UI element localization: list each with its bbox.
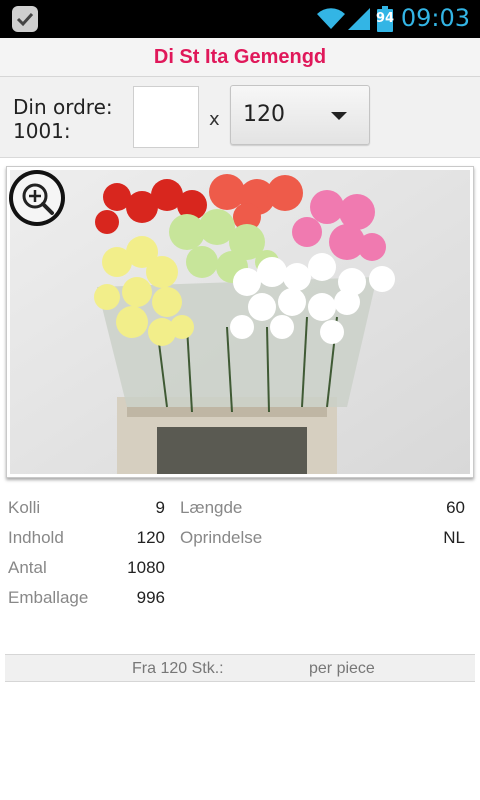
zoom-in-icon[interactable] <box>7 168 67 228</box>
spec-label: Emballage <box>8 588 89 607</box>
spec-value: 120 <box>136 528 165 547</box>
order-row: Din ordre: 1001: x 120 <box>0 77 480 158</box>
pack-size-select[interactable]: 120 <box>230 85 370 145</box>
spec-value: 60 <box>446 498 465 517</box>
signal-icon <box>348 8 370 30</box>
price-from-label: Fra 120 Stk.: <box>132 660 224 677</box>
chevron-down-icon <box>331 112 347 120</box>
app-check-icon <box>12 6 38 32</box>
quantity-input[interactable] <box>133 86 199 148</box>
price-bar: Fra 120 Stk.: per piece <box>5 654 475 682</box>
battery-level: 94 <box>375 11 395 26</box>
spec-label: Kolli <box>8 498 41 517</box>
spec-value: 1080 <box>127 558 165 577</box>
title-bar: Di St Ita Gemengd <box>0 38 480 77</box>
spec-value: NL <box>443 528 465 547</box>
battery-icon: 94 <box>375 6 395 32</box>
spec-label: Oprindelse <box>180 528 263 547</box>
spec-label: Antal <box>8 558 47 577</box>
spec-value: 996 <box>136 588 165 607</box>
price-unit-label: per piece <box>309 660 375 677</box>
order-label: Din ordre: 1001: <box>13 95 113 143</box>
clock: 09:03 <box>400 4 470 32</box>
page-title: Di St Ita Gemengd <box>153 46 327 68</box>
pack-size-value: 120 <box>243 102 285 127</box>
spec-label: Indhold <box>8 528 64 547</box>
wifi-icon <box>317 8 345 29</box>
multiply-sign: x <box>209 109 220 130</box>
product-image[interactable] <box>6 166 474 478</box>
order-label-line2: 1001: <box>13 119 71 143</box>
spec-label: Længde <box>180 498 243 517</box>
order-label-line1: Din ordre: <box>13 95 113 119</box>
spec-value: 9 <box>155 498 165 517</box>
status-bar: 94 09:03 <box>0 0 480 38</box>
